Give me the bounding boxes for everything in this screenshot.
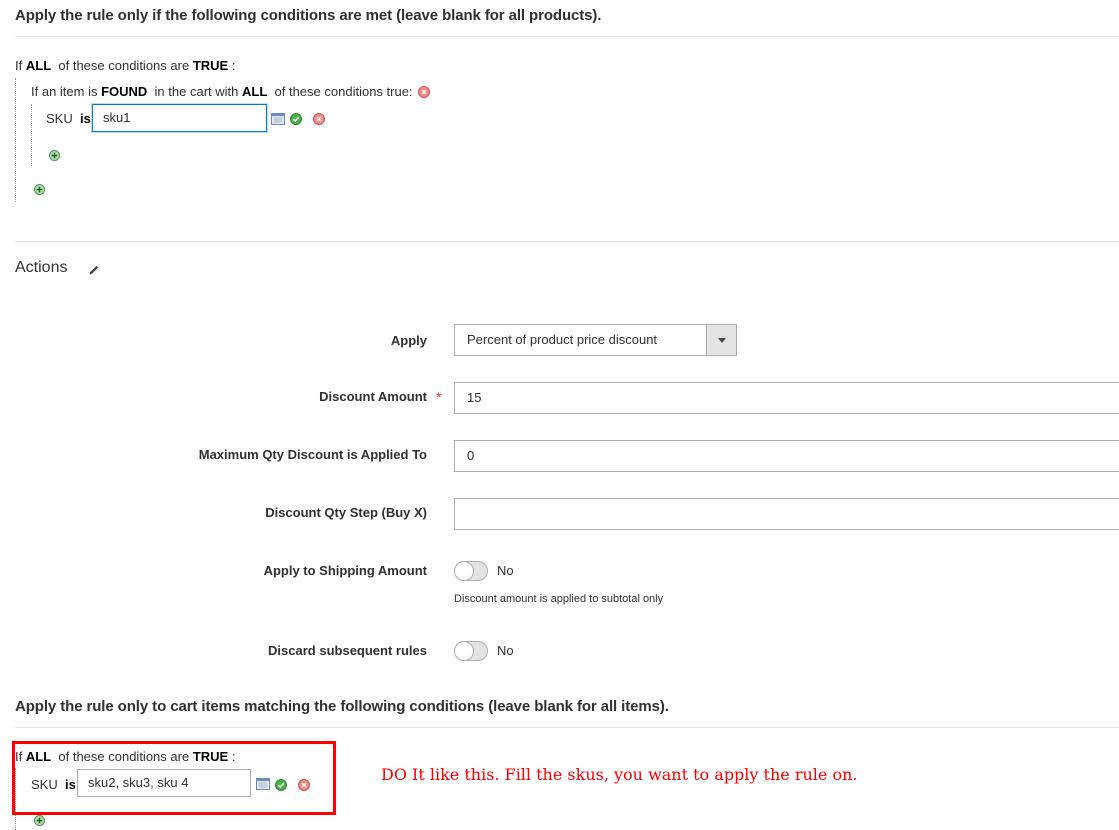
root-middle-text: of these conditions are <box>58 58 190 73</box>
root-condition-line: If ALL of these conditions are TRUE : <box>15 58 235 73</box>
sku-condition-label: SKU is <box>46 111 91 126</box>
found-condition-line: If an item is FOUND in the cart with ALL… <box>31 84 413 99</box>
required-mark: * <box>436 389 442 405</box>
root-aggregator-toggle[interactable]: ALL <box>26 58 51 73</box>
sku-value-input[interactable]: sku1 <box>92 104 267 132</box>
pencil-icon[interactable] <box>88 264 100 276</box>
section-divider <box>15 727 1119 728</box>
apply-shipping-label: Apply to Shipping Amount <box>263 563 427 578</box>
section-divider <box>15 241 1119 242</box>
actions-section-title: Actions <box>15 259 68 276</box>
found-middle-text: in the cart with <box>154 84 239 99</box>
sku-attribute-label[interactable]: SKU <box>46 111 73 126</box>
add-nested-condition-icon[interactable] <box>49 150 60 161</box>
found-prefix: If an item is <box>31 84 98 99</box>
section-divider <box>15 36 1119 37</box>
apply-shipping-toggle[interactable] <box>454 561 488 581</box>
add-condition-icon[interactable] <box>34 184 45 195</box>
cart-items-section-title: Apply the rule only to cart items matchi… <box>15 698 669 715</box>
apply-check-icon[interactable] <box>290 113 302 125</box>
discard-rules-toggle[interactable] <box>454 641 488 661</box>
tree-guide-line <box>15 78 16 202</box>
apply-label: Apply <box>390 333 427 348</box>
add-condition-icon[interactable] <box>34 815 45 826</box>
chooser-icon[interactable] <box>271 113 285 125</box>
toggle-knob <box>454 641 474 661</box>
root-value-toggle[interactable]: TRUE <box>193 58 228 73</box>
apply-shipping-note: Discount amount is applied to subtotal o… <box>454 593 664 605</box>
remove-sku-condition-icon[interactable] <box>313 113 325 125</box>
chevron-down-icon[interactable] <box>706 325 736 355</box>
found-toggle[interactable]: FOUND <box>101 84 147 99</box>
max-qty-input[interactable]: 0 <box>454 440 1119 472</box>
discard-rules-label: Discard subsequent rules <box>268 643 427 658</box>
sku-operator-toggle[interactable]: is <box>80 111 91 126</box>
apply-shipping-state: No <box>497 563 514 578</box>
apply-selected-value: Percent of product price discount <box>467 332 658 347</box>
discard-rules-state: No <box>497 643 514 658</box>
discount-amount-input[interactable]: 15 <box>454 382 1119 414</box>
root-prefix: If <box>15 58 23 73</box>
annotation-highlight-box <box>12 741 336 815</box>
found-aggregator-toggle[interactable]: ALL <box>242 84 267 99</box>
tree-guide-line-nested <box>31 104 32 166</box>
apply-select[interactable]: Percent of product price discount <box>454 324 737 356</box>
max-qty-label: Maximum Qty Discount is Applied To <box>198 447 427 462</box>
root-suffix: : <box>231 58 236 73</box>
qty-step-label: Discount Qty Step (Buy X) <box>265 505 427 520</box>
remove-found-condition-icon[interactable] <box>418 86 430 98</box>
conditions-section-title: Apply the rule only if the following con… <box>15 7 602 24</box>
toggle-knob <box>454 561 474 581</box>
discount-amount-label: Discount Amount <box>319 389 427 404</box>
annotation-text: DO It like this. Fill the skus, you want… <box>381 765 858 784</box>
qty-step-input[interactable] <box>454 498 1119 530</box>
found-suffix: of these conditions true: <box>274 84 413 99</box>
